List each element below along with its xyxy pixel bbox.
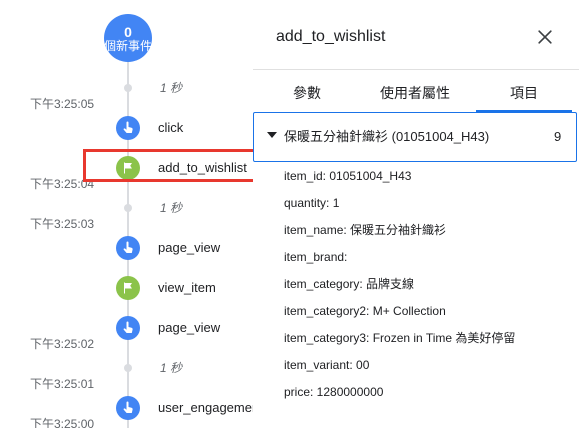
time-gap-label: 1 秒 [160, 81, 183, 95]
item-param-count: 9 [554, 129, 562, 144]
item-param: item_name: 保暖五分袖針織衫 [284, 223, 447, 237]
hand-pointer-icon[interactable] [116, 316, 140, 340]
item-param: item_variant: 00 [284, 358, 370, 372]
timestamp: 下午3:25:05 [30, 97, 95, 111]
new-events-badge[interactable]: 0 個新事件 [104, 14, 152, 62]
item-param: price: 1280000000 [284, 385, 384, 399]
item-param: item_id: 01051004_H43 [284, 169, 412, 183]
event-label-user-engagement[interactable]: user_engagement [158, 400, 253, 416]
selected-event-highlight [83, 149, 253, 182]
event-label-click[interactable]: click [158, 120, 183, 136]
new-events-label: 個新事件 [103, 39, 152, 53]
tab-user-properties[interactable]: 使用者屬性 [361, 70, 469, 110]
flag-icon[interactable] [116, 276, 140, 300]
close-icon [538, 30, 552, 44]
item-accordion-header[interactable]: 保暖五分袖針織衫 (01051004_H43) 9 [253, 112, 577, 162]
item-param: quantity: 1 [284, 196, 340, 210]
time-gap-label: 1 秒 [160, 361, 183, 375]
event-detail-panel: add_to_wishlist 參數 使用者屬性 項目 保暖五分袖針織衫 (01… [253, 0, 579, 428]
item-param: item_brand: [284, 250, 348, 264]
timestamp: 下午3:25:00 [30, 417, 95, 428]
item-param: item_category3: Frozen in Time 為美好停留 [284, 331, 516, 345]
gap-dot [124, 84, 132, 92]
hand-pointer-icon[interactable] [116, 116, 140, 140]
hand-pointer-icon[interactable] [116, 236, 140, 260]
timestamp: 下午3:25:02 [30, 337, 95, 351]
new-events-count: 0 [124, 24, 132, 40]
time-gap-label: 1 秒 [160, 201, 183, 215]
item-title: 保暖五分袖針織衫 (01051004_H43) [284, 129, 490, 144]
event-label-view-item[interactable]: view_item [158, 280, 216, 296]
caret-down-icon [267, 132, 277, 138]
item-param: item_category: 品牌支線 [284, 277, 415, 291]
tab-items[interactable]: 項目 [476, 70, 572, 112]
gap-dot [124, 204, 132, 212]
tab-parameters[interactable]: 參數 [275, 70, 339, 110]
hand-pointer-icon[interactable] [116, 396, 140, 420]
tab-bar: 參數 使用者屬性 項目 [253, 69, 579, 112]
panel-title: add_to_wishlist [276, 28, 386, 45]
gap-dot [124, 364, 132, 372]
close-button[interactable] [533, 25, 557, 49]
timestamp: 下午3:25:01 [30, 377, 95, 391]
item-param: item_category2: M+ Collection [284, 304, 446, 318]
event-label-page-view[interactable]: page_view [158, 320, 220, 336]
event-timeline: 0 個新事件 1 秒 下午3:25:05 click 下午3:25:04 add… [0, 0, 253, 428]
event-label-page-view[interactable]: page_view [158, 240, 220, 256]
timestamp: 下午3:25:03 [30, 217, 95, 231]
